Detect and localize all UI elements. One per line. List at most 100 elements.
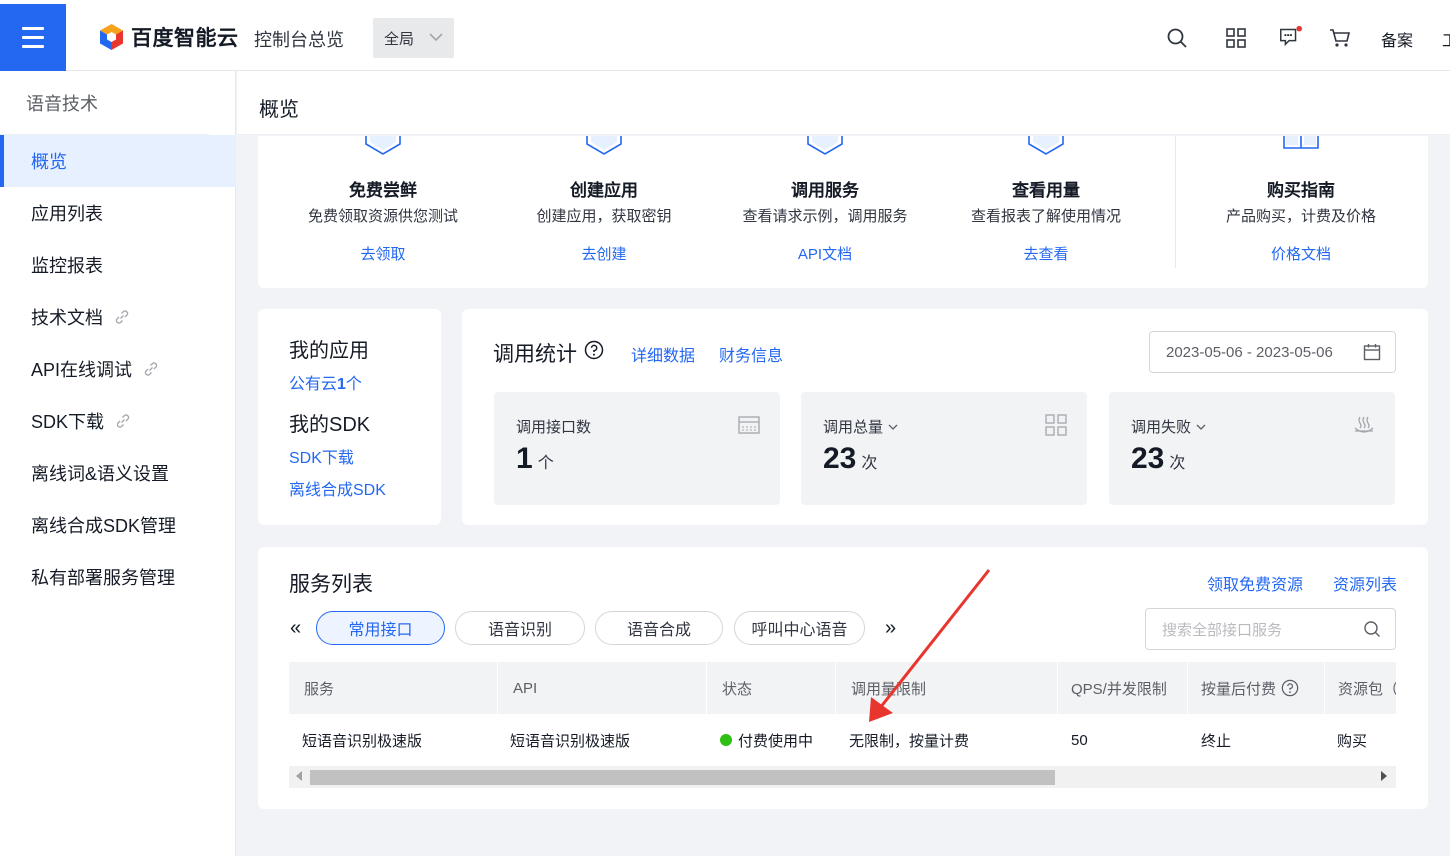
step-link[interactable]: API文档 <box>715 243 935 264</box>
cube-logo-icon <box>100 24 123 50</box>
sidebar-item[interactable]: 概览 <box>0 135 236 187</box>
service-list-title: 服务列表 <box>289 573 373 596</box>
sidebar-item-label: API在线调试 <box>31 360 133 380</box>
date-range-value: 2023-05-06 - 2023-05-06 <box>1166 343 1333 361</box>
help-icon[interactable] <box>1281 679 1299 697</box>
ticket-link[interactable]: 工 <box>1442 27 1450 51</box>
table-row: 短语音识别极速版 短语音识别极速版 付费使用中 无限制，按量计费 50 终止 购… <box>289 714 1396 766</box>
region-select[interactable]: 全局 <box>373 18 454 58</box>
public-cloud-app-link[interactable]: 公有云1个 <box>289 370 362 394</box>
step-link[interactable]: 去查看 <box>936 243 1156 264</box>
chevron-down-icon <box>888 424 898 430</box>
category-tab[interactable]: 语音合成 <box>595 611 723 645</box>
menu-icon-line <box>22 45 44 48</box>
page-title: 概览 <box>259 99 299 121</box>
interface-icon <box>738 416 760 434</box>
divider <box>1175 136 1176 268</box>
cell-qps: 50 <box>1071 731 1088 749</box>
sidebar-item-label: 概览 <box>31 152 67 172</box>
book-icon <box>1283 136 1319 149</box>
sidebar-item-label: SDK下载 <box>31 412 105 432</box>
sidebar-item[interactable]: 应用列表 <box>0 187 236 239</box>
search-icon[interactable] <box>1363 620 1381 638</box>
sidebar-item[interactable]: API在线调试 <box>0 343 236 395</box>
step-link[interactable]: 价格文档 <box>1191 243 1411 264</box>
column-header: API <box>498 662 707 714</box>
cart-icon[interactable] <box>1328 26 1352 50</box>
category-tab[interactable]: 常用接口 <box>316 611 445 645</box>
buy-link[interactable]: 购买 <box>1337 714 1367 766</box>
message-icon[interactable] <box>1277 24 1303 48</box>
stat-interface-count: 调用接口数 1个 <box>494 392 780 505</box>
tabs-prev-button[interactable]: « <box>290 617 301 639</box>
status-dot <box>720 734 732 746</box>
stat-label-text: 调用失败 <box>1131 419 1192 436</box>
date-range-picker[interactable]: 2023-05-06 - 2023-05-06 <box>1149 331 1396 373</box>
sidebar-item-label: 私有部署服务管理 <box>31 568 175 588</box>
brand-name: 百度智能云 <box>131 27 239 50</box>
sidebar-item[interactable]: 离线词&语义设置 <box>0 447 236 499</box>
stats-title: 调用统计 <box>493 343 577 366</box>
menu-toggle-button[interactable] <box>0 4 66 71</box>
scrollbar-thumb[interactable] <box>310 770 1055 785</box>
my-app-card: 我的应用 公有云1个 我的SDK SDK下载 离线合成SDK <box>258 309 441 525</box>
beian-link[interactable]: 备案 <box>1381 27 1413 51</box>
sdk-download-link[interactable]: SDK下载 <box>289 444 354 468</box>
column-header: 资源包（ <box>1338 680 1396 698</box>
public-cloud-label: 公有云 <box>289 376 338 393</box>
scroll-left-arrow[interactable] <box>296 771 302 781</box>
chevron-down-icon <box>429 33 443 42</box>
stat-dropdown[interactable]: 调用失败 <box>1131 416 1207 437</box>
stat-number: 1 <box>516 442 533 475</box>
column-header-postpaid: 按量后付费 <box>1188 662 1325 714</box>
step-title: 购买指南 <box>1267 181 1335 200</box>
page-header: 概览 <box>237 71 1450 135</box>
my-app-title: 我的应用 <box>289 340 369 362</box>
step-title: 调用服务 <box>791 181 859 200</box>
cell-status: 付费使用中 <box>720 714 813 766</box>
category-tab[interactable]: 呼叫中心语音 <box>734 611 865 645</box>
sidebar-item-label: 离线词&语义设置 <box>31 464 170 484</box>
stat-value: 23 次 <box>1131 442 1185 476</box>
search-icon[interactable] <box>1166 26 1188 50</box>
tabs-next-button[interactable]: » <box>885 617 896 639</box>
guide-step: 购买指南产品购买，计费及价格价格文档 <box>1191 136 1411 288</box>
stat-number: 23 <box>1131 442 1165 475</box>
stat-unit: 次 <box>1169 455 1186 472</box>
guide-step: 免费尝鲜 免费领取资源供您测试 去领取 <box>273 136 493 288</box>
help-icon[interactable] <box>584 340 604 360</box>
top-navigation-bar: 百度智能云 控制台总览 全局 备案 工 <box>0 0 1450 71</box>
sidebar-item[interactable]: SDK下载 <box>0 395 236 447</box>
step-shield-icon <box>1028 136 1064 155</box>
console-overview-link[interactable]: 控制台总览 <box>254 26 344 52</box>
sidebar-item[interactable]: 技术文档 <box>0 291 236 343</box>
column-header: 状态 <box>707 662 836 714</box>
category-tab[interactable]: 语音识别 <box>455 611 585 645</box>
sidebar-item-label: 应用列表 <box>31 204 103 224</box>
getting-started-card: 免费尝鲜 免费领取资源供您测试 去领取 创建应用 创建应用，获取密钥 去创建 调用服务 查看请… <box>258 136 1428 288</box>
external-link-icon <box>116 414 130 428</box>
step-shield-icon <box>586 136 622 155</box>
detail-data-link[interactable]: 详细数据 <box>631 342 695 366</box>
scroll-right-arrow[interactable] <box>1381 771 1387 781</box>
sidebar-item[interactable]: 离线合成SDK管理 <box>0 499 236 551</box>
sidebar-item[interactable]: 私有部署服务管理 <box>0 551 236 603</box>
free-resource-link[interactable]: 领取免费资源 <box>1207 571 1303 595</box>
horizontal-scrollbar[interactable] <box>289 766 1396 788</box>
step-title: 查看用量 <box>1012 181 1080 200</box>
sidebar-item[interactable]: 监控报表 <box>0 239 236 291</box>
stat-dropdown[interactable]: 调用总量 <box>823 416 899 437</box>
apps-grid-icon[interactable] <box>1225 26 1247 50</box>
offline-sdk-link[interactable]: 离线合成SDK <box>289 476 386 500</box>
stat-label: 调用接口数 <box>516 416 591 437</box>
status-text: 付费使用中 <box>738 732 814 750</box>
resource-list-link[interactable]: 资源列表 <box>1333 571 1397 595</box>
step-link[interactable]: 去领取 <box>273 243 493 264</box>
table-header: 服务 API 状态 调用量限制 QPS/并发限制 按量后付费 资源包（ <box>289 662 1396 714</box>
step-link[interactable]: 去创建 <box>494 243 714 264</box>
service-search-input[interactable]: 搜索全部接口服务 <box>1145 608 1396 650</box>
terminate-link[interactable]: 终止 <box>1201 714 1231 766</box>
step-description: 产品购买，计费及价格 <box>1225 208 1376 225</box>
brand-logo[interactable]: 百度智能云 <box>98 22 239 52</box>
finance-info-link[interactable]: 财务信息 <box>719 342 783 366</box>
